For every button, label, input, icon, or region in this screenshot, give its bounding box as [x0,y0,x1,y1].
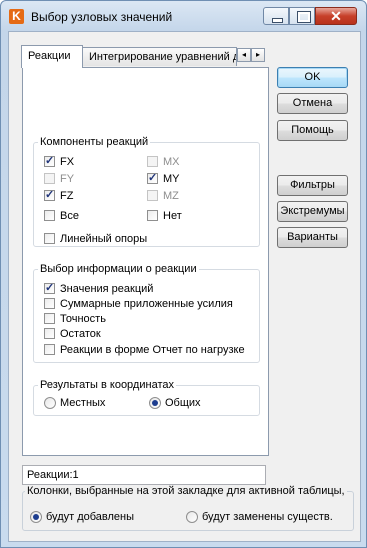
extremes-button[interactable]: Экстремумы [277,201,348,222]
checkbox-box[interactable] [44,188,55,202]
radio-label: будут добавлены [46,511,135,523]
checkbox-label: Реакции в форме Отчет по нагрузке [60,344,245,356]
checkbox-label: MY [163,173,180,185]
radio-circle[interactable] [30,511,42,523]
minimize-button[interactable] [263,7,289,25]
checkbox-box[interactable] [44,328,55,339]
checkbox-label: Значения реакций [60,283,154,295]
checkbox-label: Остаток [60,328,101,340]
checkbox-box[interactable] [147,156,158,167]
checkbox-box[interactable] [147,190,158,201]
app-logo-icon: K [9,9,24,24]
checkbox-box[interactable] [44,281,55,295]
title-bar[interactable]: K Выбор узловых значений ✕ [1,1,366,31]
checkbox-label: FY [60,173,75,185]
checkbox-box[interactable] [44,313,55,324]
dialog-window: K Выбор узловых значений ✕ Реакции Интег… [0,0,367,548]
radio-circle[interactable] [44,397,56,409]
checkbox-label: FX [60,156,75,168]
checkbox-box[interactable] [44,210,55,221]
columns-group: Колонки, выбранные на этой закладке для … [22,485,354,531]
window-title: Выбор узловых значений [31,10,173,24]
checkbox-box[interactable] [44,233,55,244]
radio-label: Общих [165,397,201,409]
tab-equation-integration[interactable]: Интегрирование уравнений д [82,47,237,66]
checkbox-label: Все [60,210,79,222]
checkbox-label: Суммарные приложенные усилия [60,298,233,310]
variants-button[interactable]: Варианты [277,227,348,248]
help-button[interactable]: Помощь [277,120,348,141]
checkbox-label: FZ [60,190,74,202]
checkbox-label: Нет [163,210,182,222]
checkbox-box[interactable] [147,210,158,221]
checkbox-label: Точность [60,313,106,325]
tab-scroll-left-icon[interactable]: ◂ [237,48,251,62]
checkbox-box[interactable] [44,344,55,355]
tab-scroll-right-icon[interactable]: ▸ [251,48,265,62]
radio-label: Местных [60,397,106,409]
radio-label: будут заменены существ. [202,511,333,523]
columns-legend: Колонки, выбранные на этой закладке для … [27,485,345,497]
components-legend: Компоненты реакций [40,136,149,148]
radio-circle[interactable] [186,511,198,523]
checkbox-box[interactable] [44,298,55,309]
ok-button[interactable]: OK [277,67,348,88]
filters-button[interactable]: Фильтры [277,175,348,196]
checkbox-label: MX [163,156,180,168]
checkbox-box[interactable] [44,154,55,168]
checkbox-box[interactable] [147,171,158,185]
close-button[interactable]: ✕ [315,7,357,25]
selection-name-field[interactable]: Реакции:1 [22,465,266,485]
dialog-client-area: Реакции Интегрирование уравнений д ◂ ▸ К… [8,31,361,542]
checkbox-label: MZ [163,190,179,202]
checkbox-label: Линейный опоры [60,233,148,245]
maximize-button[interactable] [289,7,315,25]
radio-circle[interactable] [149,397,161,409]
tab-reactions[interactable]: Реакции [21,45,83,68]
cancel-button[interactable]: Отмена [277,93,348,114]
close-icon: ✕ [330,8,342,24]
checkbox-box[interactable] [44,173,55,184]
coords-legend: Результаты в координатах [40,379,174,391]
tab-panel-reactions: Компоненты реакций FX MX FY MY FZ MZ Все… [22,67,269,456]
info-legend: Выбор информации о реакции [40,263,197,275]
